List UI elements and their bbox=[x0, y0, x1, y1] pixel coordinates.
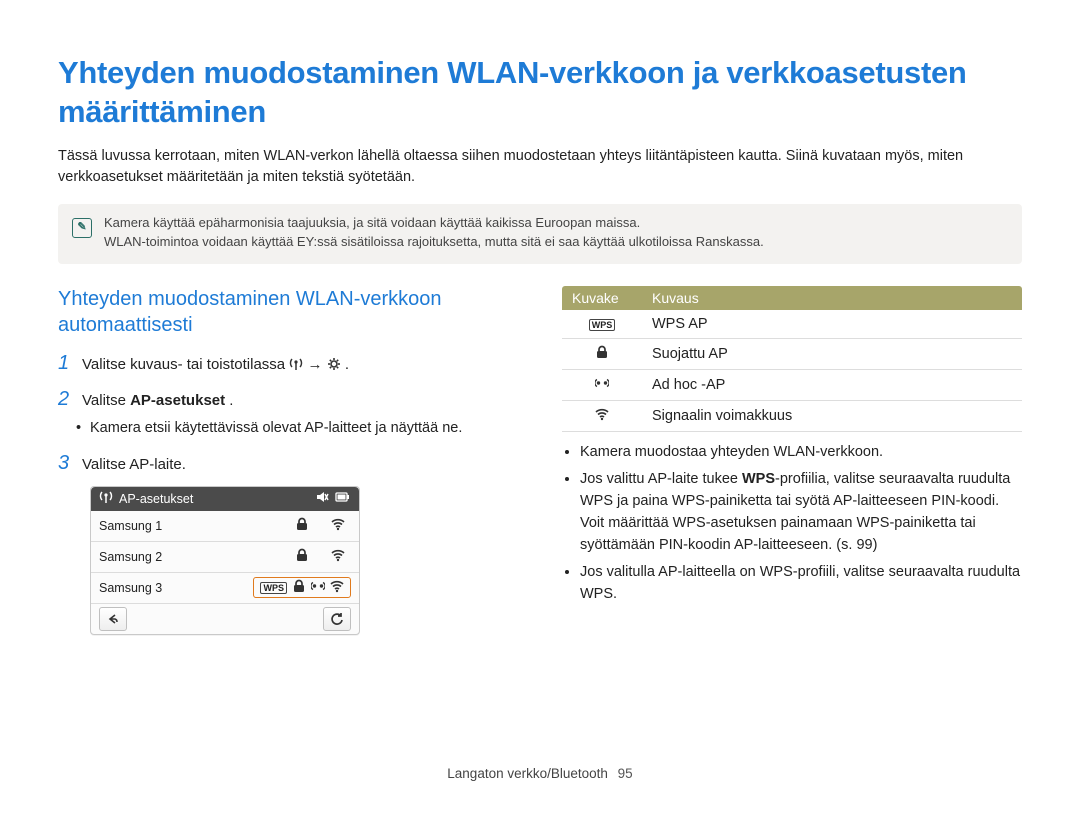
table-header: Kuvake bbox=[562, 286, 642, 310]
wps-chip: WPS bbox=[260, 582, 287, 594]
page-title: Yhteyden muodostaminen WLAN-verkkoon ja … bbox=[58, 54, 1022, 132]
step-number: 2 bbox=[58, 384, 74, 414]
step-3: 3 Valitse AP-laite. bbox=[58, 448, 518, 478]
right-column: Kuvake Kuvaus WPS WPS AP Suojattu AP Ad … bbox=[562, 286, 1022, 635]
footer-section: Langaton verkko/Bluetooth bbox=[447, 766, 608, 781]
ap-name: Samsung 3 bbox=[99, 581, 247, 595]
ap-panel-footer bbox=[91, 604, 359, 634]
lock-icon bbox=[562, 338, 642, 369]
info-bullet: Kamera muodostaa yhteyden WLAN-verkkoon. bbox=[580, 442, 1022, 464]
gear-icon bbox=[327, 356, 341, 379]
step-number: 3 bbox=[58, 448, 74, 478]
info-bullet: Jos valitulla AP-laitteella on WPS-profi… bbox=[580, 562, 1022, 606]
ap-row[interactable]: Samsung 3 WPS bbox=[91, 573, 359, 604]
adhoc-icon bbox=[311, 579, 325, 596]
back-button[interactable] bbox=[99, 607, 127, 631]
antenna-icon bbox=[289, 356, 303, 379]
arrow: → bbox=[307, 356, 326, 373]
antenna-icon bbox=[99, 490, 113, 507]
info-bullets: Kamera muodostaa yhteyden WLAN-verkkoon.… bbox=[562, 442, 1022, 606]
step-1: 1 Valitse kuvaus- tai toistotilassa → . bbox=[58, 348, 518, 379]
ap-name: Samsung 2 bbox=[99, 550, 283, 564]
table-cell: WPS AP bbox=[642, 310, 1022, 339]
note-icon: ✎ bbox=[72, 218, 92, 238]
step-text: . bbox=[345, 356, 349, 373]
table-row: WPS WPS AP bbox=[562, 310, 1022, 339]
ap-row[interactable]: Samsung 2 bbox=[91, 542, 359, 573]
table-row: Signaalin voimakkuus bbox=[562, 400, 1022, 431]
table-row: Suojattu AP bbox=[562, 338, 1022, 369]
note-box: ✎ Kamera käyttää epäharmonisia taajuuksi… bbox=[58, 204, 1022, 264]
mute-icon bbox=[315, 490, 329, 507]
ap-badge-highlight: WPS bbox=[253, 577, 351, 598]
intro-text: Tässä luvussa kerrotaan, miten WLAN-verk… bbox=[58, 146, 1022, 188]
ap-name: Samsung 1 bbox=[99, 519, 283, 533]
table-cell: Suojattu AP bbox=[642, 338, 1022, 369]
wifi-icon bbox=[562, 400, 642, 431]
note-line: WLAN-toimintoa voidaan käyttää EY:ssä si… bbox=[104, 233, 1008, 252]
step-text: Valitse kuvaus- tai toistotilassa bbox=[82, 356, 289, 373]
step-text: Valitse bbox=[82, 392, 130, 409]
left-column: Yhteyden muodostaminen WLAN-verkkoon aut… bbox=[58, 286, 518, 635]
table-cell: Ad hoc -AP bbox=[642, 369, 1022, 400]
step-text: Valitse AP-laite. bbox=[82, 454, 186, 477]
wifi-icon bbox=[330, 579, 344, 596]
icon-legend-table: Kuvake Kuvaus WPS WPS AP Suojattu AP Ad … bbox=[562, 286, 1022, 432]
step-number: 1 bbox=[58, 348, 74, 378]
wifi-icon bbox=[331, 548, 345, 565]
table-header: Kuvaus bbox=[642, 286, 1022, 310]
step-text: . bbox=[229, 392, 233, 409]
wps-chip: WPS bbox=[589, 319, 616, 331]
note-line: Kamera käyttää epäharmonisia taajuuksia,… bbox=[104, 214, 1008, 233]
footer-page-number: 95 bbox=[618, 766, 633, 781]
ap-row[interactable]: Samsung 1 bbox=[91, 511, 359, 542]
adhoc-icon bbox=[562, 369, 642, 400]
table-row: Ad hoc -AP bbox=[562, 369, 1022, 400]
ap-settings-panel: AP-asetukset Samsung 1 Samsung 2 bbox=[90, 486, 360, 635]
ap-panel-header: AP-asetukset bbox=[91, 487, 359, 511]
wifi-icon bbox=[331, 517, 345, 534]
lock-icon bbox=[292, 579, 306, 596]
ap-panel-title: AP-asetukset bbox=[119, 492, 315, 506]
step-text-bold: AP-asetukset bbox=[130, 392, 225, 409]
battery-icon bbox=[335, 490, 351, 507]
info-bullet: Jos valittu AP-laite tukee WPS-profiilia… bbox=[580, 469, 1022, 556]
section-heading: Yhteyden muodostaminen WLAN-verkkoon aut… bbox=[58, 286, 518, 338]
refresh-button[interactable] bbox=[323, 607, 351, 631]
page-footer: Langaton verkko/Bluetooth 95 bbox=[0, 766, 1080, 781]
step-2: 2 Valitse AP-asetukset . bbox=[58, 384, 518, 414]
table-cell: Signaalin voimakkuus bbox=[642, 400, 1022, 431]
lock-icon bbox=[295, 548, 309, 565]
lock-icon bbox=[295, 517, 309, 534]
step-subbullet: Kamera etsii käytettävissä olevat AP-lai… bbox=[90, 418, 518, 440]
